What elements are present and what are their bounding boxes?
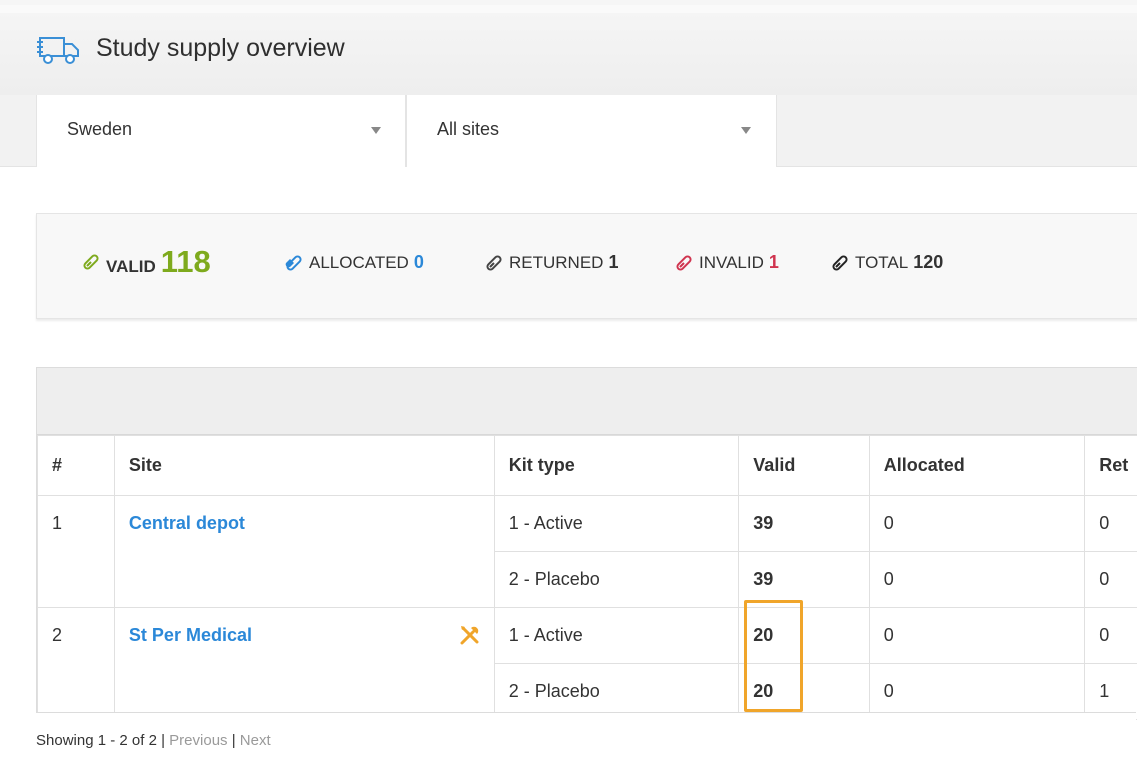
row-number: 2 [37, 607, 115, 720]
pagination-bar: Showing 1 - 2 of 2 | Previous | Next [36, 712, 1136, 761]
page-title: Study supply overview [36, 28, 345, 68]
country-select[interactable]: Sweden [36, 95, 406, 167]
col-header-site[interactable]: Site [113, 435, 495, 496]
stat-invalid-count: 1 [768, 252, 779, 272]
table-header-row: # Site Kit type Valid Allocated Ret [37, 435, 1137, 496]
truck-icon [37, 37, 79, 64]
col-header-returned[interactable]: Ret [1084, 435, 1137, 496]
pagination: Showing 1 - 2 of 2 | Previous | Next [36, 732, 271, 749]
kit-type-cell: 1 - Active [493, 495, 740, 552]
stat-invalid-label: INVALID [699, 253, 764, 272]
table-row: 2 St Per Medical 1 - Active 20 0 0 [37, 607, 1137, 720]
kit-type-cell: 1 - Active [493, 607, 740, 664]
next-page-link[interactable]: Next [240, 732, 271, 749]
col-header-allocated[interactable]: Allocated [868, 435, 1086, 496]
valid-cell: 39 [738, 495, 870, 552]
title-bar: Study supply overview [0, 0, 1137, 95]
pagination-summary: Showing 1 - 2 of 2 [36, 732, 157, 749]
stat-total: TOTAL 120 [830, 252, 943, 273]
site-cell: Central depot [113, 495, 495, 608]
stat-valid-label: VALID [106, 257, 156, 276]
pill-icon-valid [83, 254, 99, 270]
returned-cell: 0 [1084, 607, 1137, 664]
col-header-valid[interactable]: Valid [738, 435, 870, 496]
pill-icon-allocated [285, 254, 302, 271]
pill-icon-invalid [676, 254, 692, 271]
valid-cell: 39 [738, 551, 870, 608]
site-link-central-depot[interactable]: Central depot [129, 513, 245, 533]
supply-table-panel: # Site Kit type Valid Allocated Ret 1 Ce… [36, 367, 1137, 761]
site-select[interactable]: All sites [406, 95, 777, 167]
filter-bar: Sweden All sites [0, 95, 1137, 167]
stat-invalid: INVALID 1 [674, 252, 779, 273]
stat-returned: RETURNED 1 [484, 252, 618, 273]
supply-summary: VALID 118 ALLOCATED 0 RETURNED 1 INVALID… [36, 213, 1137, 319]
stat-total-count: 120 [913, 252, 944, 272]
kit-type-cell: 2 - Placebo [493, 551, 740, 608]
pill-icon-total [832, 254, 848, 271]
previous-page-link[interactable]: Previous [169, 732, 227, 749]
stat-returned-count: 1 [608, 252, 619, 272]
title-stripe [0, 5, 1137, 13]
tools-icon[interactable] [458, 623, 482, 647]
stat-valid-count: 118 [160, 244, 211, 279]
table-row: 1 Central depot 1 - Active 39 0 0 [37, 495, 1137, 608]
page-title-text: Study supply overview [96, 33, 345, 62]
pill-icon-returned [486, 254, 502, 271]
allocated-cell: 0 [868, 495, 1086, 552]
supply-table: # Site Kit type Valid Allocated Ret 1 Ce… [37, 435, 1137, 720]
row-number: 1 [37, 495, 115, 608]
country-select-value: Sweden [67, 119, 133, 139]
site-select-value: All sites [437, 119, 500, 139]
chevron-down-icon [371, 127, 381, 134]
stat-valid: VALID 118 [81, 244, 211, 280]
col-header-num[interactable]: # [37, 435, 115, 496]
stat-total-label: TOTAL [855, 253, 909, 272]
stat-allocated-count: 0 [413, 252, 424, 272]
table-toolbar [37, 368, 1137, 435]
pagination-separator: | [161, 732, 165, 749]
col-header-kit-type[interactable]: Kit type [493, 435, 740, 496]
pagination-separator: | [231, 732, 236, 749]
returned-cell: 0 [1084, 551, 1137, 608]
chevron-down-icon [741, 127, 751, 134]
allocated-cell: 0 [868, 607, 1086, 664]
valid-cell: 20 [738, 607, 870, 664]
stat-returned-label: RETURNED [509, 253, 604, 272]
site-cell: St Per Medical [113, 607, 495, 720]
stat-allocated: ALLOCATED 0 [284, 252, 424, 273]
site-link-st-per-medical[interactable]: St Per Medical [129, 625, 252, 645]
stat-allocated-label: ALLOCATED [309, 253, 409, 272]
returned-cell: 0 [1084, 495, 1137, 552]
allocated-cell: 0 [868, 551, 1086, 608]
